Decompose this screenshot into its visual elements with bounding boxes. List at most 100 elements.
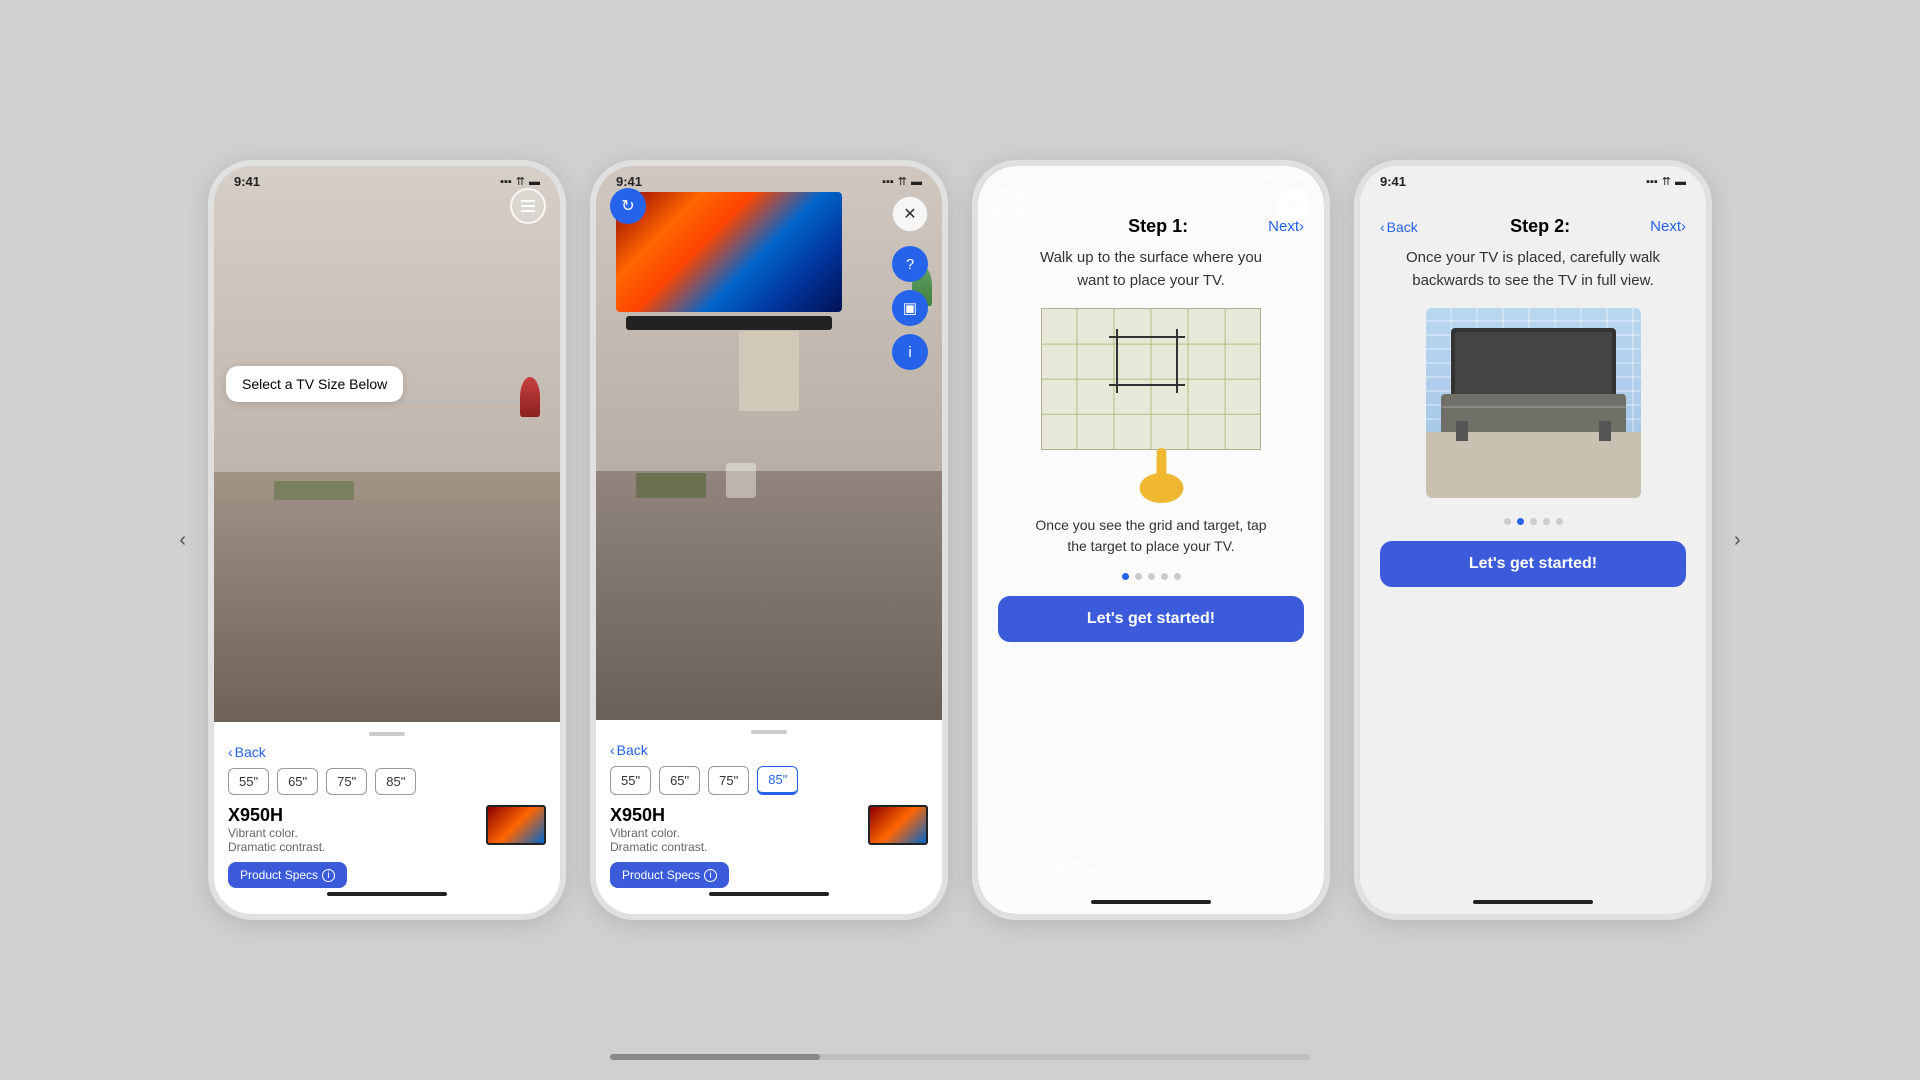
product-specs-btn-2[interactable]: Product Specs i (610, 862, 729, 888)
next-chevron-4: › (1681, 218, 1686, 235)
soundbar-2 (626, 316, 832, 330)
battery-icon-4: ▬ (1675, 176, 1686, 188)
size-btn-75-1[interactable]: 75" (326, 768, 367, 795)
side-buttons-2: ? ▣ i (892, 246, 928, 370)
status-bar-4: 9:41 ▪▪▪ ⇈ ▬ (1360, 166, 1706, 193)
status-time-4: 9:41 (1380, 174, 1406, 189)
dot-4-3 (1161, 573, 1168, 580)
back-link-4[interactable]: ‹ Back (1380, 219, 1430, 235)
tv-stand-2 (739, 331, 799, 411)
dot-3-4 (1530, 518, 1537, 525)
signal-icon-4: ▪▪▪ (1646, 176, 1658, 188)
signal-icon-2: ▪▪▪ (882, 176, 894, 188)
scroll-right-arrow[interactable]: › (1724, 519, 1751, 562)
help-icon-2: ? (906, 256, 914, 273)
size-options-2: 55" 65" 75" 85" (610, 766, 928, 795)
grid-desc1-3: Once you see the grid and target, tap (1035, 517, 1266, 533)
grid-target-desc-3: Once you see the grid and target, tap th… (1035, 515, 1266, 557)
hand-svg-3 (1135, 443, 1190, 503)
bottom-panel-2: ‹ Back 55" 65" 75" 85" X950H Vibrant col… (596, 720, 942, 914)
drinks-2 (726, 463, 756, 498)
scroll-left-arrow[interactable]: ‹ (169, 519, 196, 562)
grid-illustration-3 (1041, 308, 1261, 503)
close-button-2[interactable]: ✕ (892, 196, 928, 232)
books-2 (636, 473, 706, 498)
dots-row-4 (1504, 518, 1563, 525)
info-icon-2b: i (704, 869, 717, 882)
camera-button-2[interactable]: ▣ (892, 290, 928, 326)
back-text-2: Back (617, 742, 648, 758)
room-floor-1 (214, 500, 560, 722)
desc-line2-4: backwards to see the TV in full view. (1412, 272, 1654, 289)
back-text-4: Back (1387, 219, 1418, 235)
size-options-1: 55" 65" 75" 85" (228, 768, 546, 795)
handle-bar-2 (751, 730, 787, 734)
console-shelf-4 (1441, 406, 1626, 408)
size-btn-85-2[interactable]: 85" (757, 766, 798, 795)
close-icon-2: ✕ (903, 204, 916, 224)
product-text-1: X950H Vibrant color. Dramatic contrast. (228, 805, 325, 854)
menu-button-1[interactable] (510, 188, 546, 224)
size-btn-65-1[interactable]: 65" (277, 768, 318, 795)
info-button-2[interactable]: i (892, 334, 928, 370)
cta-button-3[interactable]: Let's get started! (998, 596, 1304, 642)
plant-1 (520, 377, 540, 417)
product-text-2: X950H Vibrant color. Dramatic contrast. (610, 805, 707, 854)
camera-view-2: ↻ ✕ ? ▣ i (596, 166, 942, 720)
tooltip-bubble-1: Select a TV Size Below (226, 366, 403, 402)
room-background-2 (596, 166, 942, 720)
dot-1-4 (1504, 518, 1511, 525)
scroll-thumb (610, 1054, 820, 1060)
dot-5-4 (1556, 518, 1563, 525)
next-link-4[interactable]: Next › (1650, 218, 1686, 235)
status-time-2: 9:41 (616, 174, 642, 189)
instruction-desc-4: Once your TV is placed, carefully walk b… (1406, 247, 1660, 292)
back-chevron-4: ‹ (1380, 219, 1385, 235)
size-btn-75-2[interactable]: 75" (708, 766, 749, 795)
grid-area-3 (1041, 308, 1261, 450)
status-icons-1: ▪▪▪ ⇈ ▬ (500, 175, 540, 188)
dot-2-4 (1517, 518, 1524, 525)
home-indicator-2 (709, 892, 829, 896)
finger-pointer-3 (1135, 443, 1190, 503)
instruction-header-3: Step 1: Next › (978, 166, 1324, 247)
product-specs-btn-1[interactable]: Product Specs i (228, 862, 347, 888)
product-specs-label-1: Product Specs (240, 868, 318, 882)
instruction-body-3: Walk up to the surface where you want to… (978, 247, 1324, 914)
step-title-area-3: Step 1: (1048, 216, 1268, 237)
product-specs-label-2: Product Specs (622, 868, 700, 882)
wifi-icon-1: ⇈ (516, 175, 525, 188)
reload-button-2[interactable]: ↻ (610, 188, 646, 224)
step-label-3: Step 1: (1128, 216, 1188, 236)
desc-line2-3: want to place your TV. (1077, 272, 1225, 289)
next-link-3[interactable]: Next › (1268, 218, 1304, 235)
size-btn-55-1[interactable]: 55" (228, 768, 269, 795)
tv-screen-2 (616, 192, 842, 312)
back-link-2[interactable]: ‹ Back (610, 742, 928, 758)
product-info-1: X950H Vibrant color. Dramatic contrast. (228, 805, 546, 854)
camera-icon-2: ▣ (903, 299, 917, 317)
leg-left-4 (1456, 421, 1468, 441)
size-btn-55-2[interactable]: 55" (610, 766, 651, 795)
room-wall-1 (214, 166, 560, 472)
status-time-1: 9:41 (234, 174, 260, 189)
desc-line1-3: Walk up to the surface where you (1040, 249, 1262, 266)
cta-button-4[interactable]: Let's get started! (1380, 541, 1686, 587)
tv-room-illustration-4 (1426, 308, 1641, 498)
room-background-1 (214, 166, 560, 722)
home-indicator-4 (1473, 900, 1593, 904)
instruction-body-4: Once your TV is placed, carefully walk b… (1360, 247, 1706, 914)
dot-5-3 (1174, 573, 1181, 580)
scroll-track-area (610, 1044, 1310, 1060)
battery-icon-2: ▬ (911, 176, 922, 188)
wifi-icon-2: ⇈ (898, 175, 907, 188)
size-btn-85-1[interactable]: 85" (375, 768, 416, 795)
tv-thumbnail-2 (868, 805, 928, 845)
floor-4 (1426, 432, 1641, 499)
phone-4: 9:41 ▪▪▪ ⇈ ▬ ‹ Back Step 2: Next › (1354, 160, 1712, 920)
battery-icon-1: ▬ (529, 176, 540, 188)
back-link-1[interactable]: ‹ Back (228, 744, 546, 760)
size-btn-65-2[interactable]: 65" (659, 766, 700, 795)
grid-svg-3 (1042, 309, 1260, 449)
help-button-2[interactable]: ? (892, 246, 928, 282)
